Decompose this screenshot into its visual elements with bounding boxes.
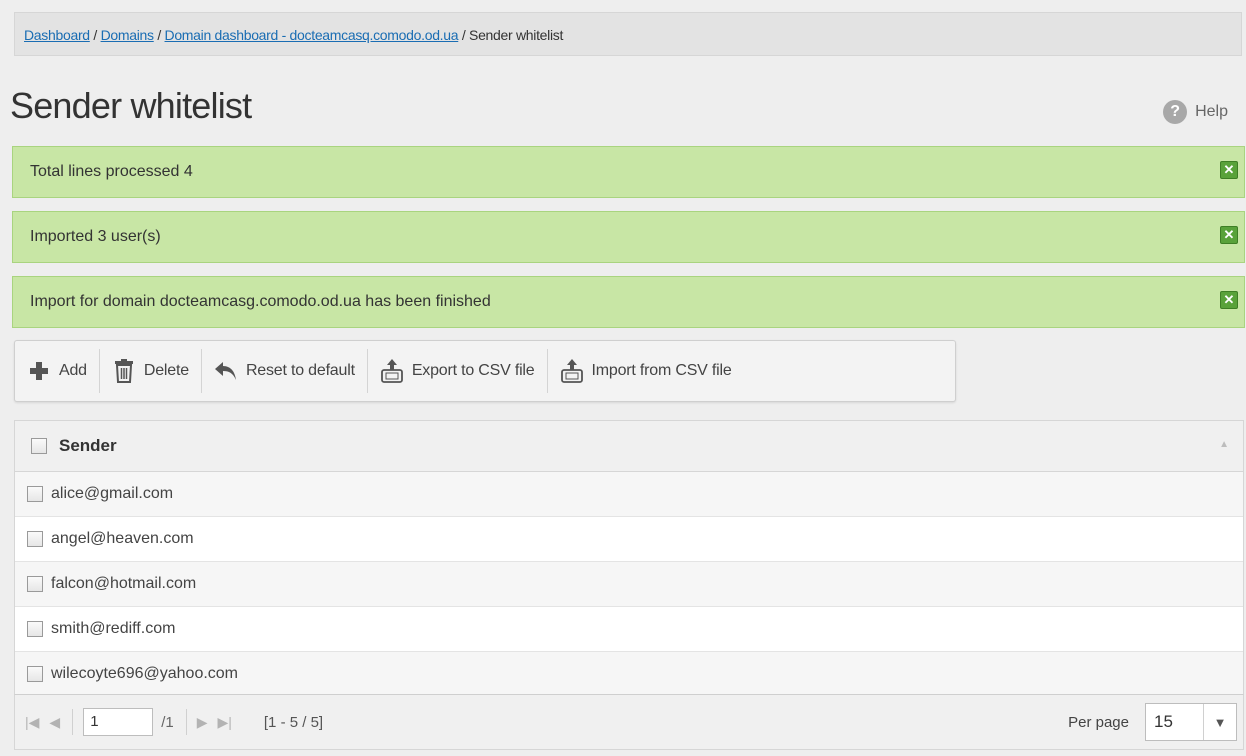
import-label: Import from CSV file xyxy=(591,362,732,379)
sender-email: alice@gmail.com xyxy=(51,485,174,502)
delete-button[interactable]: Delete xyxy=(100,349,202,393)
breadcrumb-current: Sender whitelist xyxy=(469,27,564,43)
pager-divider xyxy=(185,709,187,735)
alert-import-finished: Import for domain docteamcasg.comodo.od.… xyxy=(12,276,1245,328)
sort-icon[interactable]: ▲ xyxy=(1219,439,1229,450)
import-csv-button[interactable]: Import from CSV file xyxy=(548,349,744,393)
pager-divider xyxy=(72,709,74,735)
export-csv-icon xyxy=(380,359,404,383)
table-row[interactable]: alice@gmail.com xyxy=(15,472,1243,517)
row-checkbox[interactable] xyxy=(27,576,43,592)
add-icon xyxy=(27,359,51,383)
export-label: Export to CSV file xyxy=(411,362,535,379)
breadcrumb: Dashboard / Domains / Domain dashboard -… xyxy=(14,12,1242,56)
delete-label: Delete xyxy=(143,362,189,379)
row-checkbox[interactable] xyxy=(27,666,43,682)
alert-text: Imported 3 user(s) xyxy=(30,228,161,245)
table-row[interactable]: wilecoyte696@yahoo.com xyxy=(15,652,1243,697)
breadcrumb-separator: / xyxy=(153,27,165,43)
table-row[interactable]: angel@heaven.com xyxy=(15,517,1243,562)
export-csv-button[interactable]: Export to CSV file xyxy=(368,349,548,393)
reset-label: Reset to default xyxy=(245,362,355,379)
prev-page-icon[interactable]: ◀ xyxy=(49,714,60,731)
add-label: Add xyxy=(59,362,87,379)
table-row[interactable]: smith@rediff.com xyxy=(15,607,1243,652)
table-header: Sender ▲ xyxy=(15,421,1243,472)
help-icon: ? xyxy=(1163,100,1188,124)
page-title: Sender whitelist xyxy=(10,85,252,126)
per-page-value: 15 xyxy=(1154,712,1173,731)
row-checkbox[interactable] xyxy=(27,621,43,637)
next-page-icon[interactable]: ▶ xyxy=(197,714,208,731)
breadcrumb-separator: / xyxy=(89,27,101,43)
alert-text: Total lines processed 4 xyxy=(30,163,193,180)
last-page-icon[interactable]: ▶| xyxy=(217,714,231,731)
breadcrumb-domains-link[interactable]: Domains xyxy=(101,27,154,43)
sender-email: smith@rediff.com xyxy=(51,620,176,637)
help-button[interactable]: ? Help xyxy=(1163,100,1228,124)
total-pages: /1 xyxy=(161,713,174,731)
reset-to-default-button[interactable]: Reset to default xyxy=(202,349,368,393)
sender-email: falcon@hotmail.com xyxy=(51,575,197,592)
trash-icon xyxy=(112,359,136,383)
record-range: [1 - 5 / 5] xyxy=(263,713,324,731)
close-icon[interactable]: ✕ xyxy=(1220,161,1238,179)
first-page-icon[interactable]: |◀ xyxy=(25,714,39,731)
chevron-down-icon[interactable]: ▼ xyxy=(1203,704,1236,740)
toolbar: Add Delete Reset to default Export to CS… xyxy=(14,340,956,402)
breadcrumb-domain-dashboard-link[interactable]: Domain dashboard - docteamcasq.comodo.od… xyxy=(165,27,459,43)
row-checkbox[interactable] xyxy=(27,531,43,547)
close-icon[interactable]: ✕ xyxy=(1220,291,1238,309)
add-button[interactable]: Add xyxy=(15,349,100,393)
alert-text: Import for domain docteamcasg.comodo.od.… xyxy=(30,293,491,310)
breadcrumb-dashboard-link[interactable]: Dashboard xyxy=(24,27,90,43)
pagination-bar: |◀ ◀ 1 /1 ▶ ▶| [1 - 5 / 5] Per page 15 ▼ xyxy=(14,694,1244,750)
alert-imported-users: Imported 3 user(s) ✕ xyxy=(12,211,1245,263)
column-header-sender[interactable]: Sender xyxy=(59,436,117,456)
select-all-checkbox[interactable] xyxy=(31,438,47,454)
alert-total-lines: Total lines processed 4 ✕ xyxy=(12,146,1245,198)
per-page-label: Per page xyxy=(1068,713,1129,731)
breadcrumb-separator: / xyxy=(458,27,470,43)
page-number-input[interactable]: 1 xyxy=(83,708,154,736)
close-icon[interactable]: ✕ xyxy=(1220,226,1238,244)
per-page-select[interactable]: 15 ▼ xyxy=(1145,703,1237,741)
table-row[interactable]: falcon@hotmail.com xyxy=(15,562,1243,607)
sender-email: wilecoyte696@yahoo.com xyxy=(51,665,239,682)
sender-email: angel@heaven.com xyxy=(51,530,194,547)
row-checkbox[interactable] xyxy=(27,486,43,502)
undo-icon xyxy=(214,359,238,383)
import-csv-icon xyxy=(560,359,584,383)
help-label: Help xyxy=(1195,103,1228,120)
